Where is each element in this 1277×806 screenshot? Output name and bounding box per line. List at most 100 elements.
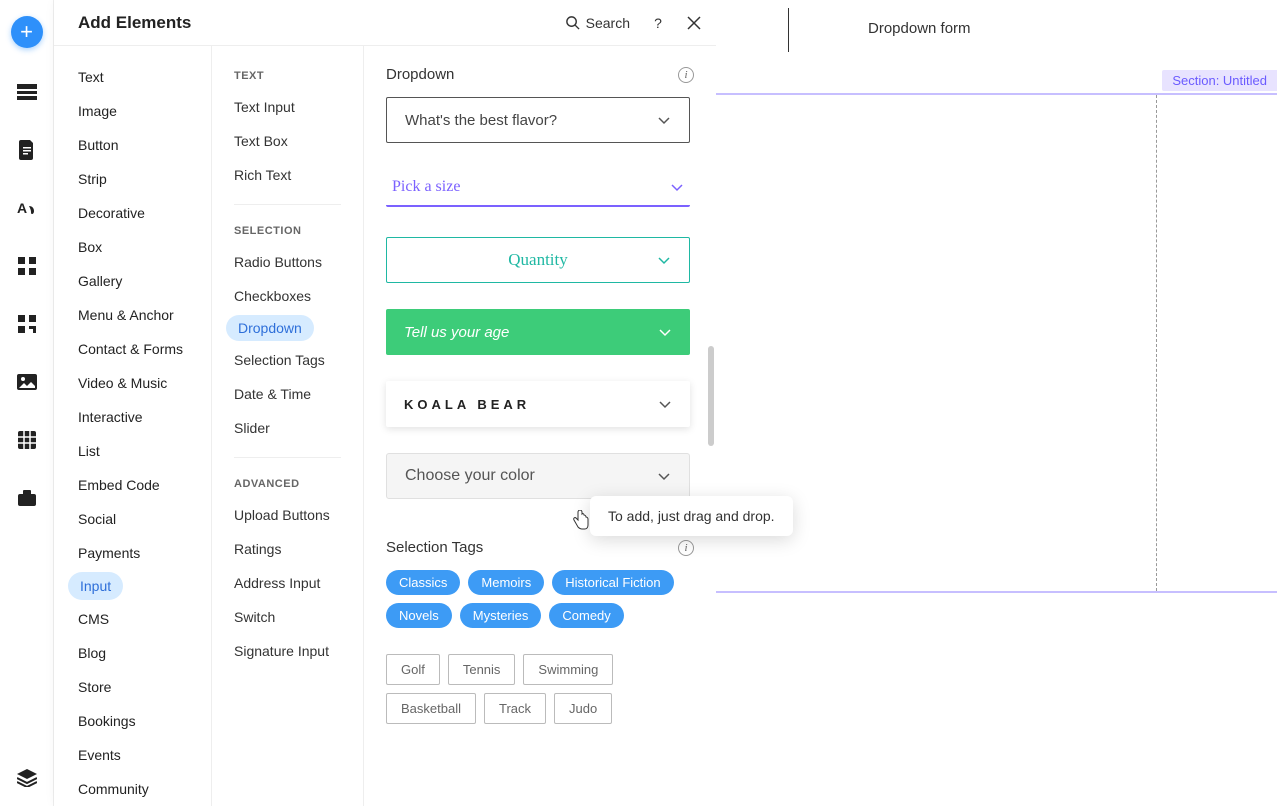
dropdown-preset-4[interactable]: Tell us your age: [386, 309, 690, 355]
category-item[interactable]: CMS: [54, 604, 211, 634]
media-icon[interactable]: [13, 368, 41, 396]
category-item[interactable]: Button: [54, 130, 211, 160]
category-item[interactable]: Contact & Forms: [54, 334, 211, 364]
subcategory-item[interactable]: Rich Text: [212, 160, 363, 190]
dropdown-preset-2[interactable]: Pick a size: [386, 169, 690, 207]
category-item[interactable]: Image: [54, 96, 211, 126]
section-title-selection-tags: Selection Tags: [386, 539, 483, 556]
chevron-down-icon: [658, 325, 672, 339]
category-item[interactable]: Input: [68, 572, 123, 600]
selection-tag[interactable]: Classics: [386, 570, 460, 595]
business-icon[interactable]: [13, 484, 41, 512]
selection-tag[interactable]: Judo: [554, 693, 612, 724]
selection-tag[interactable]: Novels: [386, 603, 452, 628]
info-icon[interactable]: i: [678, 67, 694, 83]
dropdown-preset-3[interactable]: Quantity: [386, 237, 690, 283]
dropdown-label: KOALA BEAR: [404, 397, 530, 412]
selection-tag[interactable]: Tennis: [448, 654, 516, 685]
category-item[interactable]: Social: [54, 504, 211, 534]
panel-header: Add Elements Search ?: [54, 0, 716, 46]
svg-text:A: A: [17, 200, 27, 216]
preview-column: Dropdown i What's the best flavor? Pick …: [364, 46, 716, 806]
theme-icon[interactable]: A: [13, 194, 41, 222]
category-item[interactable]: Bookings: [54, 706, 211, 736]
section-drop-area[interactable]: [716, 93, 1277, 593]
drag-drop-tooltip: To add, just drag and drop.: [590, 496, 793, 536]
subcategory-item[interactable]: Address Input: [212, 568, 363, 598]
selection-tag[interactable]: Swimming: [523, 654, 613, 685]
subcategory-item[interactable]: Ratings: [212, 534, 363, 564]
chevron-down-icon: [657, 469, 671, 483]
selection-tags-preset-blue[interactable]: Classics Memoirs Historical Fiction Novels M…: [386, 570, 690, 628]
category-item[interactable]: Payments: [54, 538, 211, 568]
dropdown-label: Tell us your age: [404, 324, 509, 341]
subcategory-item[interactable]: Switch: [212, 602, 363, 632]
dropdown-label: Quantity: [508, 250, 568, 270]
category-item[interactable]: Embed Code: [54, 470, 211, 500]
close-button[interactable]: [686, 15, 702, 31]
app-market-icon[interactable]: [13, 252, 41, 280]
selection-tag[interactable]: Golf: [386, 654, 440, 685]
search-button[interactable]: Search: [565, 15, 630, 31]
selection-tag[interactable]: Historical Fiction: [552, 570, 673, 595]
subcategory-item[interactable]: Slider: [212, 413, 363, 443]
subcategory-group-title: SELECTION: [212, 219, 363, 245]
pages-icon[interactable]: [13, 136, 41, 164]
category-item[interactable]: Box: [54, 232, 211, 262]
category-item[interactable]: Store: [54, 672, 211, 702]
category-list: Text Image Button Strip Decorative Box Gallery…: [54, 46, 212, 806]
canvas-area: Dropdown form Section: Untitled: [716, 0, 1277, 806]
dropdown-preset-1[interactable]: What's the best flavor?: [386, 97, 690, 143]
subcategory-item[interactable]: Selection Tags: [212, 345, 363, 375]
layers-icon[interactable]: [13, 764, 41, 792]
page-title[interactable]: Dropdown form: [868, 20, 971, 37]
left-toolbar: + A: [0, 0, 54, 806]
help-button[interactable]: ?: [650, 15, 666, 31]
selection-tags-preset-outline[interactable]: Golf TennisSwimming Basketball Track Judo: [386, 654, 690, 724]
chevron-down-icon: [658, 397, 672, 411]
category-item[interactable]: Blog: [54, 638, 211, 668]
subcategory-list: TEXTText Input Text Box Rich Text SELECTION…: [212, 46, 364, 806]
chevron-down-icon: [657, 253, 671, 267]
selection-tag[interactable]: Basketball: [386, 693, 476, 724]
category-item[interactable]: Gallery: [54, 266, 211, 296]
subcategory-item[interactable]: Radio Buttons: [212, 247, 363, 277]
panel-title: Add Elements: [78, 13, 565, 33]
section-label[interactable]: Section: Untitled: [1162, 70, 1277, 91]
category-item[interactable]: List: [54, 436, 211, 466]
subcategory-item[interactable]: Date & Time: [212, 379, 363, 409]
add-elements-panel: Add Elements Search ? Text Image Button Str…: [54, 0, 716, 806]
add-elements-button[interactable]: +: [11, 16, 43, 48]
text-cursor-indicator: [788, 8, 789, 52]
dropdown-preset-6[interactable]: Choose your color: [386, 453, 690, 499]
section-title-dropdown: Dropdown: [386, 66, 454, 83]
selection-tag[interactable]: Track: [484, 693, 546, 724]
selection-tag[interactable]: Mysteries: [460, 603, 542, 628]
cursor-hand-icon: [572, 510, 590, 533]
plugins-icon[interactable]: [13, 310, 41, 338]
category-item[interactable]: Decorative: [54, 198, 211, 228]
category-item[interactable]: Menu & Anchor: [54, 300, 211, 330]
subcategory-item[interactable]: Text Box: [212, 126, 363, 156]
selection-tag[interactable]: Comedy: [549, 603, 623, 628]
category-item[interactable]: Community: [54, 774, 211, 804]
subcategory-item[interactable]: Checkboxes: [212, 281, 363, 311]
tooltip-text: To add, just drag and drop.: [608, 508, 775, 524]
category-item[interactable]: Events: [54, 740, 211, 770]
dropdown-preset-5[interactable]: KOALA BEAR: [386, 381, 690, 427]
category-item[interactable]: Interactive: [54, 402, 211, 432]
scrollbar-thumb[interactable]: [708, 346, 714, 446]
sections-icon[interactable]: [13, 78, 41, 106]
subcategory-item[interactable]: Signature Input: [212, 636, 363, 666]
cms-icon[interactable]: [13, 426, 41, 454]
category-item[interactable]: Text: [54, 62, 211, 92]
subcategory-group-title: ADVANCED: [212, 472, 363, 498]
selection-tag[interactable]: Memoirs: [468, 570, 544, 595]
info-icon[interactable]: i: [678, 540, 694, 556]
category-item[interactable]: Video & Music: [54, 368, 211, 398]
category-item[interactable]: Strip: [54, 164, 211, 194]
subcategory-item[interactable]: Dropdown: [226, 315, 314, 341]
subcategory-item[interactable]: Text Input: [212, 92, 363, 122]
subcategory-group-title: TEXT: [212, 64, 363, 90]
subcategory-item[interactable]: Upload Buttons: [212, 500, 363, 530]
